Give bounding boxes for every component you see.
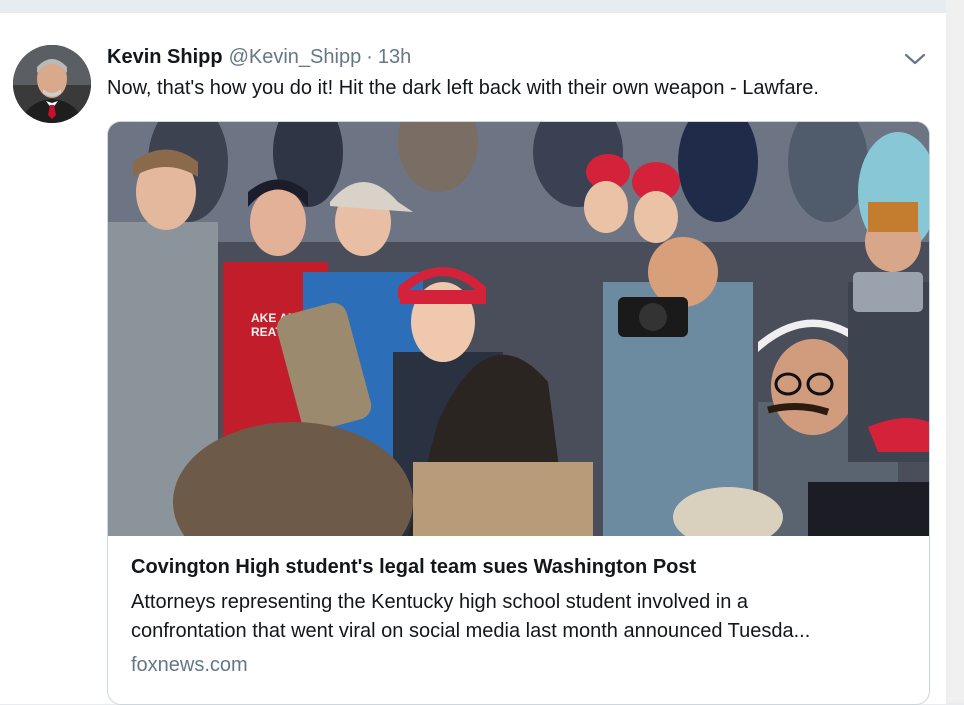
card-image[interactable]: AKE AM REAT: [108, 122, 929, 536]
card-body: Covington High student's legal team sues…: [131, 554, 921, 677]
link-card[interactable]: AKE AM REAT Covington High student's leg…: [107, 121, 930, 705]
author-handle[interactable]: @Kevin_Shipp: [229, 46, 362, 69]
card-description-line: confrontation that went viral on social …: [131, 620, 811, 642]
tweet-text: Now, that's how you do it! Hit the dark …: [107, 77, 819, 99]
card-description: Attorneys representing the Kentucky high…: [131, 588, 921, 646]
timestamp[interactable]: 13h: [378, 46, 411, 69]
tweet-header: Kevin Shipp @Kevin_Shipp · 13h: [107, 46, 411, 72]
avatar-photo: [13, 45, 91, 123]
author-name[interactable]: Kevin Shipp: [107, 46, 223, 69]
avatar[interactable]: [13, 45, 91, 123]
tweet[interactable]: Kevin Shipp @Kevin_Shipp · 13h Now, that…: [0, 12, 946, 705]
card-description-line: Attorneys representing the Kentucky high…: [131, 591, 749, 613]
separator: ·: [366, 46, 373, 68]
card-domain[interactable]: foxnews.com: [131, 654, 921, 677]
chevron-down-icon[interactable]: [903, 49, 927, 69]
card-title[interactable]: Covington High student's legal team sues…: [131, 554, 921, 580]
scrollbar[interactable]: [946, 0, 964, 703]
